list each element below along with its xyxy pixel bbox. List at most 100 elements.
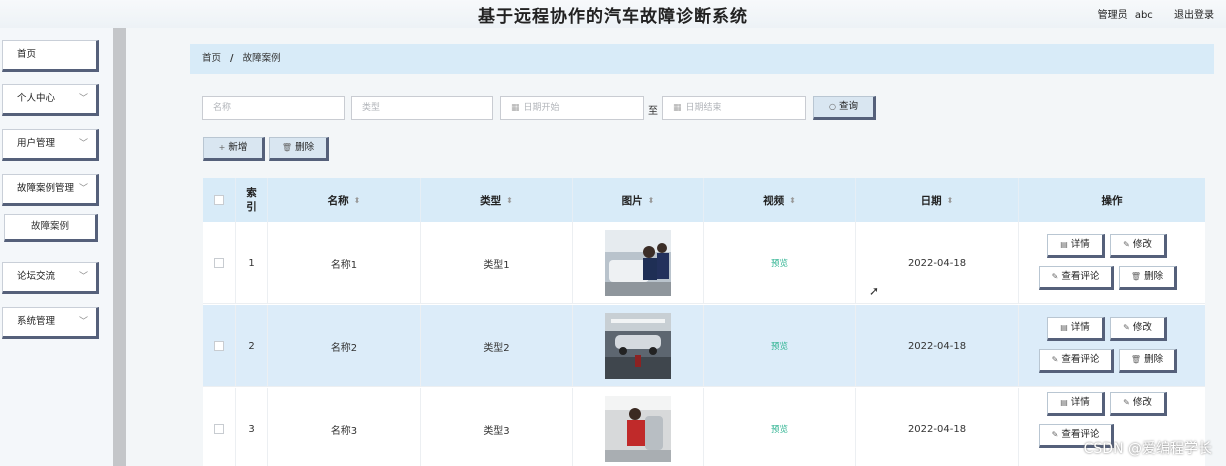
cell-name: 名称2 xyxy=(268,305,421,387)
sidebar-item-user-management[interactable]: 用户管理 ﹀ xyxy=(2,129,99,161)
pencil-icon: ✎ xyxy=(1123,323,1130,332)
cell-index: 2 xyxy=(236,305,268,387)
cell-type: 类型2 xyxy=(421,305,573,387)
view-comments-button-label: 查看评论 xyxy=(1061,271,1100,282)
sidebar-scrollbar[interactable] xyxy=(113,28,126,466)
trash-icon: 🗑 xyxy=(1130,272,1142,281)
column-header-name[interactable]: 名称 ⬍ xyxy=(268,178,421,222)
detail-button[interactable]: ▤ 详情 xyxy=(1047,392,1105,416)
type-search-input[interactable]: 类型 xyxy=(351,96,493,120)
column-header-label: 日期 xyxy=(920,194,942,207)
cell-image xyxy=(573,222,704,304)
top-bar: 基于远程协作的汽车故障诊断系统 管理员 abc 退出登录 xyxy=(0,0,1226,28)
cell-image xyxy=(573,388,704,466)
breadcrumb-current: 故障案例 xyxy=(242,53,281,64)
cell-name: 名称1 xyxy=(268,222,421,304)
column-header-image[interactable]: 图片 ⬍ xyxy=(573,178,704,222)
add-button[interactable]: + 新增 xyxy=(203,137,265,161)
edit-button-label: 修改 xyxy=(1132,397,1152,408)
date-start-input[interactable]: ▦ 日期开始 xyxy=(500,96,644,120)
table-row: 2 名称2 类型2 预览 2022-04-18 ▤ 详情 ✎ 修改 ✎ 查看评论… xyxy=(203,305,1205,387)
cell-video: 预览 xyxy=(704,388,856,466)
pencil-icon: ✎ xyxy=(1123,398,1130,407)
cell-image xyxy=(573,305,704,387)
name-search-input[interactable]: 名称 xyxy=(202,96,345,120)
search-button[interactable]: ○ 查询 xyxy=(813,96,876,120)
row-select-cell[interactable] xyxy=(203,305,236,387)
video-preview-link[interactable]: 预览 xyxy=(771,423,788,435)
column-header-label: 索引 xyxy=(246,187,257,213)
pencil-icon: ✎ xyxy=(1051,355,1059,364)
column-header-video[interactable]: 视频 ⬍ xyxy=(704,178,856,222)
table-row: 1 名称1 类型1 预览 2022-04-18 ▤ 详情 ✎ 修改 ✎ 查看评论… xyxy=(203,222,1205,304)
pencil-icon: ✎ xyxy=(1123,240,1130,249)
edit-button-label: 修改 xyxy=(1132,322,1152,333)
view-comments-button-label: 查看评论 xyxy=(1061,354,1100,365)
detail-button[interactable]: ▤ 详情 xyxy=(1047,234,1105,258)
edit-button[interactable]: ✎ 修改 xyxy=(1110,234,1167,258)
detail-button[interactable]: ▤ 详情 xyxy=(1047,317,1105,341)
row-select-cell[interactable] xyxy=(203,222,236,304)
detail-button-label: 详情 xyxy=(1070,322,1090,333)
video-preview-link[interactable]: 预览 xyxy=(771,257,788,269)
sidebar-item-label: 论坛交流 xyxy=(17,271,56,282)
sidebar-item-fault-case-management[interactable]: 故障案例管理 ﹀ xyxy=(2,174,99,206)
edit-button-label: 修改 xyxy=(1132,239,1152,250)
name-placeholder: 名称 xyxy=(213,103,232,113)
case-thumbnail-image[interactable] xyxy=(605,230,671,296)
type-placeholder: 类型 xyxy=(362,103,381,113)
document-icon: ▤ xyxy=(1060,398,1068,407)
video-preview-link[interactable]: 预览 xyxy=(771,340,788,352)
sort-icon[interactable]: ⬍ xyxy=(354,196,361,205)
edit-button[interactable]: ✎ 修改 xyxy=(1110,392,1167,416)
column-header-type[interactable]: 类型 ⬍ xyxy=(421,178,573,222)
row-select-cell[interactable] xyxy=(203,388,236,466)
row-checkbox[interactable] xyxy=(214,258,224,268)
breadcrumb: 首页 / 故障案例 xyxy=(190,44,1214,74)
sidebar-item-label: 故障案例管理 xyxy=(17,183,75,194)
row-delete-button[interactable]: 🗑 删除 xyxy=(1119,266,1177,290)
select-all-checkbox[interactable] xyxy=(214,195,224,205)
chevron-down-icon: ﹀ xyxy=(78,139,88,149)
column-header-label: 操作 xyxy=(1101,194,1123,207)
row-checkbox[interactable] xyxy=(214,341,224,351)
logout-button[interactable]: 退出登录 xyxy=(1174,10,1214,21)
user-area: 管理员 abc 退出登录 xyxy=(1094,6,1214,21)
cell-date: 2022-04-18 xyxy=(856,388,1019,466)
edit-button[interactable]: ✎ 修改 xyxy=(1110,317,1167,341)
sidebar-item-system-management[interactable]: 系统管理 ﹀ xyxy=(2,307,99,339)
document-icon: ▤ xyxy=(1060,240,1068,249)
case-thumbnail-image[interactable] xyxy=(605,396,671,462)
trash-icon: 🗑 xyxy=(281,143,293,152)
sort-icon[interactable]: ⬍ xyxy=(506,196,513,205)
column-header-date[interactable]: 日期 ⬍ xyxy=(856,178,1019,222)
search-icon: ○ xyxy=(829,102,836,111)
date-end-input[interactable]: ▦ 日期结束 xyxy=(662,96,806,120)
add-button-label: 新增 xyxy=(228,142,248,153)
sidebar-subitem-fault-cases[interactable]: 故障案例 xyxy=(4,214,98,242)
sidebar-item-home[interactable]: 首页 xyxy=(2,40,99,72)
fault-case-table: 索引 名称 ⬍ 类型 ⬍ 图片 ⬍ 视频 ⬍ 日期 ⬍ 操作 1 名称1 类型1 xyxy=(203,178,1205,466)
chevron-down-icon: ﹀ xyxy=(78,94,88,104)
sidebar-item-forum[interactable]: 论坛交流 ﹀ xyxy=(2,262,99,294)
column-header-label: 名称 xyxy=(327,194,349,207)
row-checkbox[interactable] xyxy=(214,424,224,434)
sort-icon[interactable]: ⬍ xyxy=(947,196,954,205)
column-header-label: 视频 xyxy=(763,194,785,207)
batch-delete-button[interactable]: 🗑 删除 xyxy=(269,137,329,161)
column-header-label: 图片 xyxy=(621,194,643,207)
table-header: 索引 名称 ⬍ 类型 ⬍ 图片 ⬍ 视频 ⬍ 日期 ⬍ 操作 xyxy=(203,178,1205,222)
plus-icon: + xyxy=(218,143,226,152)
breadcrumb-home[interactable]: 首页 xyxy=(202,53,221,64)
view-comments-button[interactable]: ✎ 查看评论 xyxy=(1039,349,1114,373)
case-thumbnail-image[interactable] xyxy=(605,313,671,379)
date-range-to-label: 至 xyxy=(648,106,658,117)
row-delete-button[interactable]: 🗑 删除 xyxy=(1119,349,1177,373)
sort-icon[interactable]: ⬍ xyxy=(789,196,796,205)
mouse-cursor-icon: ➚ xyxy=(869,284,880,298)
view-comments-button[interactable]: ✎ 查看评论 xyxy=(1039,266,1114,290)
sort-icon[interactable]: ⬍ xyxy=(648,196,655,205)
select-all-cell[interactable] xyxy=(203,178,236,222)
sidebar-item-label: 个人中心 xyxy=(17,93,56,104)
sidebar-item-personal-center[interactable]: 个人中心 ﹀ xyxy=(2,84,99,116)
